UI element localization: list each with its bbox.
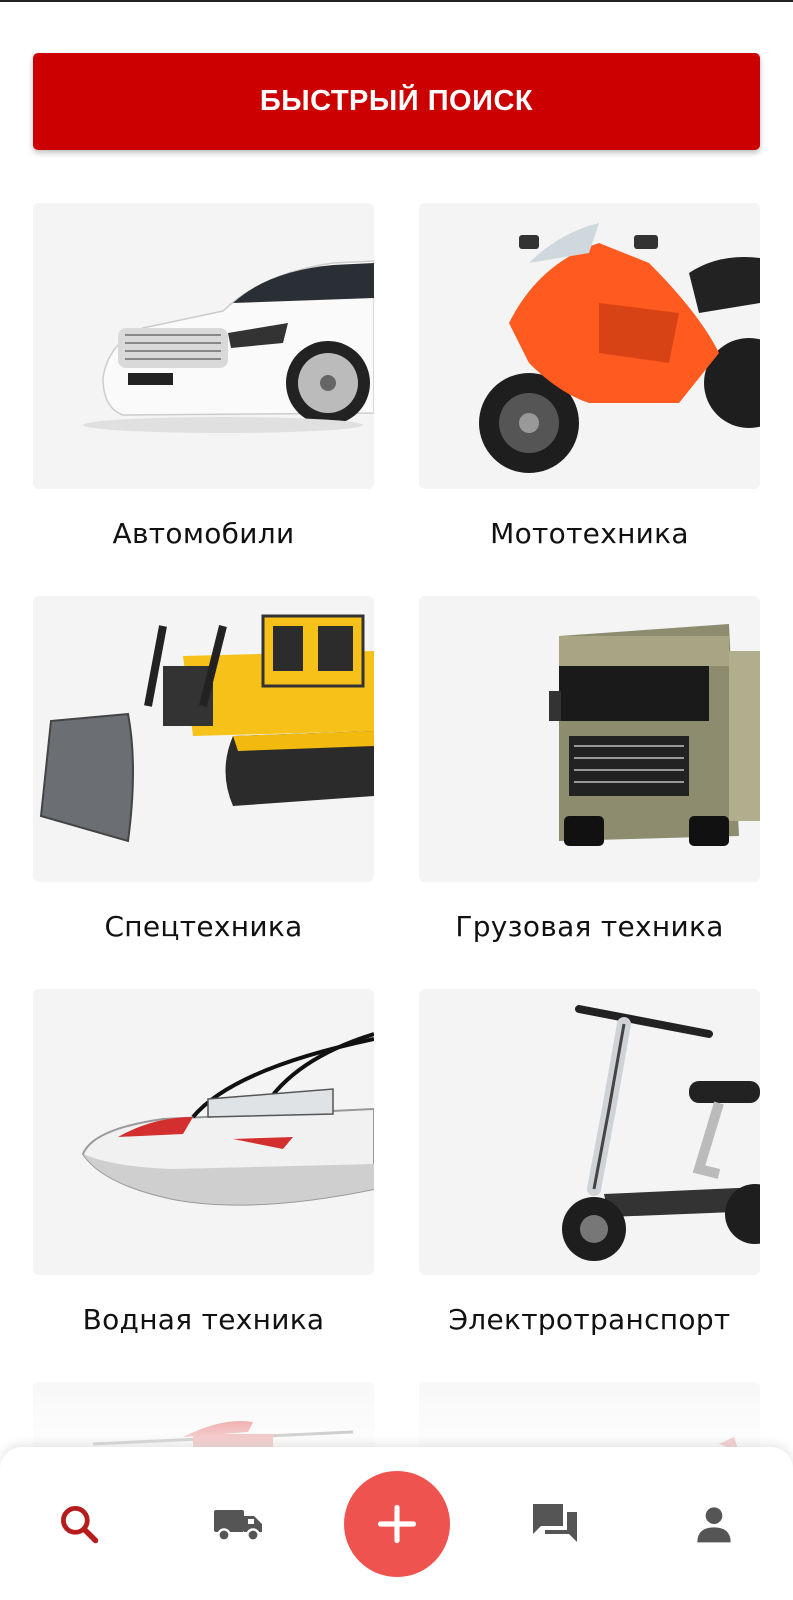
motorcycle-image — [419, 203, 760, 489]
category-label: Грузовая техника — [455, 910, 724, 943]
nav-profile[interactable] — [664, 1447, 764, 1600]
search-icon — [61, 1505, 99, 1543]
category-card-boats[interactable]: Водная техника — [33, 989, 374, 1336]
quick-search-button[interactable]: БЫСТРЫЙ ПОИСК — [33, 53, 760, 150]
boat-image — [33, 989, 374, 1275]
category-card-special[interactable]: Спецтехника — [33, 596, 374, 943]
nav-search[interactable] — [29, 1447, 129, 1600]
nav-transport[interactable] — [188, 1447, 288, 1600]
chat-icon — [533, 1503, 577, 1542]
category-label: Мототехника — [490, 517, 689, 550]
category-card-electric[interactable]: Электротранспорт — [419, 989, 760, 1336]
electric-scooter-image — [419, 989, 760, 1275]
profile-icon — [697, 1506, 731, 1542]
truck-icon — [214, 1509, 262, 1542]
add-icon — [377, 1504, 417, 1544]
category-label: Водная техника — [82, 1303, 325, 1336]
category-label: Спецтехника — [104, 910, 303, 943]
nav-messages[interactable] — [505, 1447, 605, 1600]
truck-image — [419, 596, 760, 882]
category-label: Автомобили — [112, 517, 295, 550]
category-card-trucks[interactable]: Грузовая техника — [419, 596, 760, 943]
bulldozer-image — [33, 596, 374, 882]
add-listing-button[interactable] — [344, 1471, 450, 1577]
category-card-cars[interactable]: Автомобили — [33, 203, 374, 550]
bottom-navigation — [0, 1447, 793, 1600]
status-divider — [0, 0, 793, 2]
category-card-motorcycles[interactable]: Мототехника — [419, 203, 760, 550]
category-label: Электротранспорт — [448, 1303, 731, 1336]
car-image — [33, 203, 374, 489]
